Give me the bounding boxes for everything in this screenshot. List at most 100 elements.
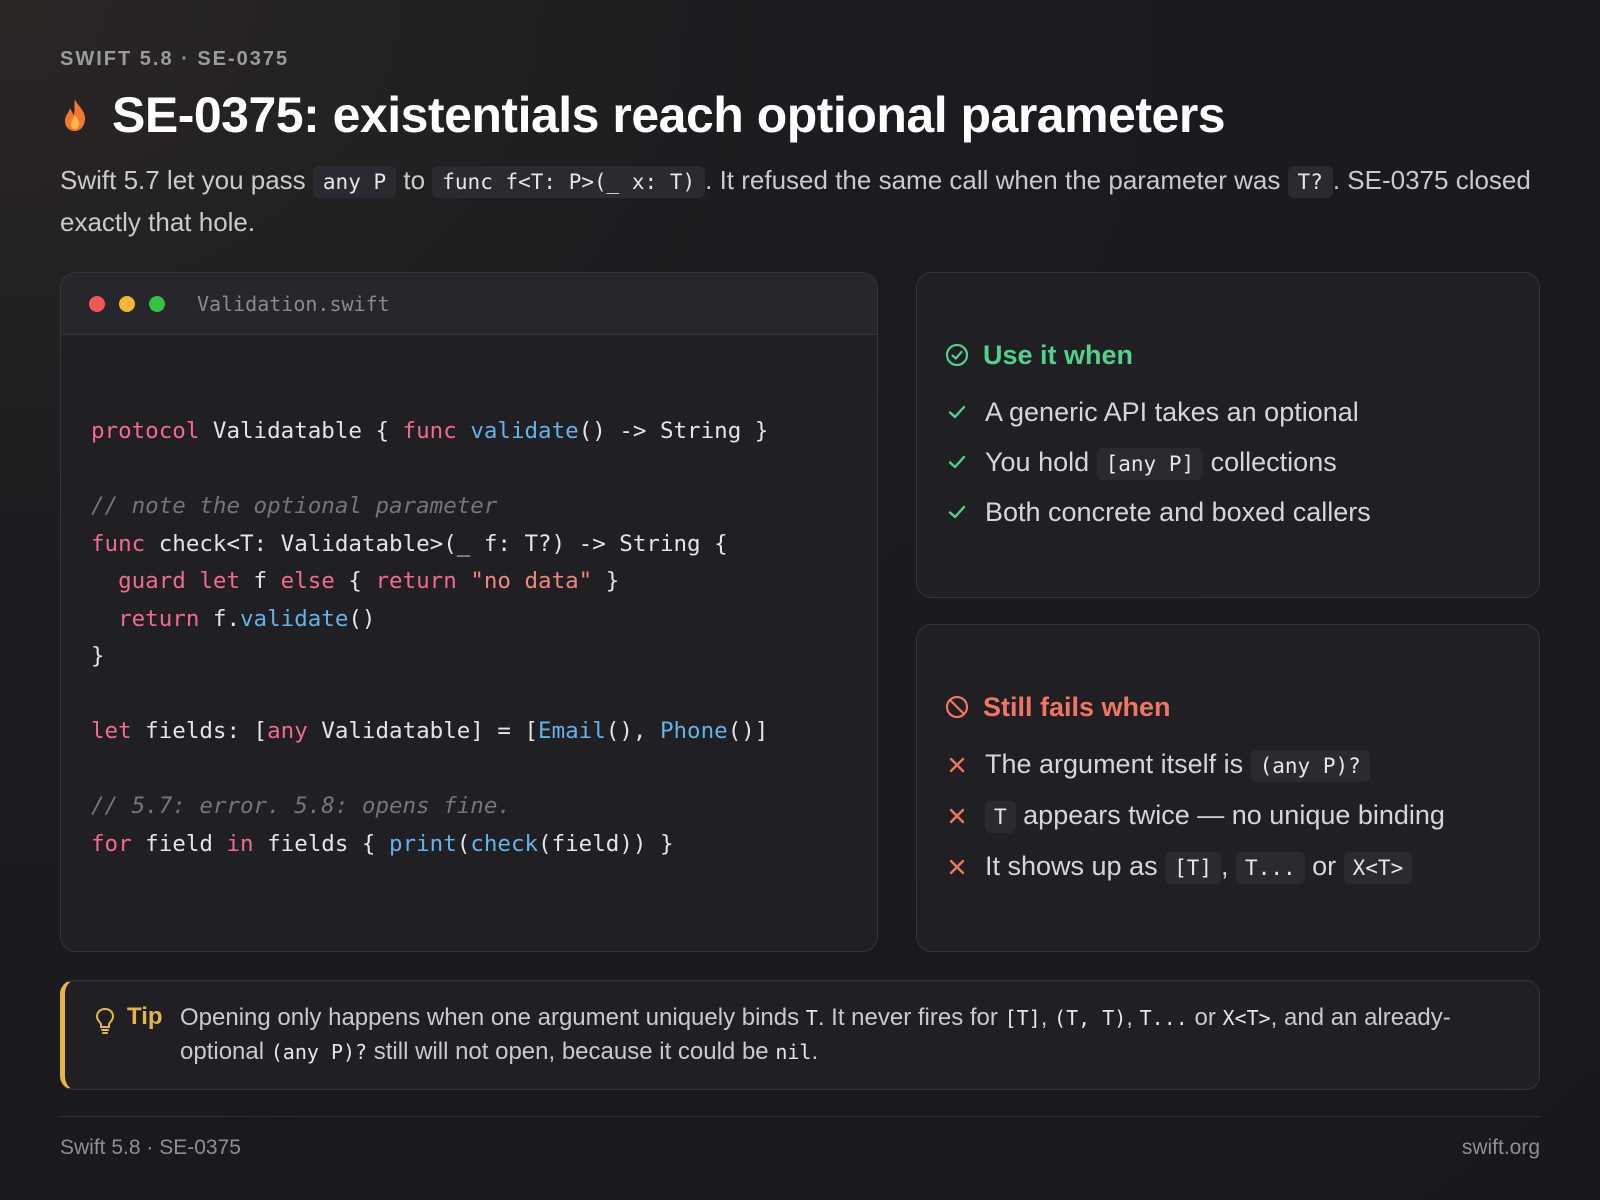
inline-code: T... — [1139, 1006, 1188, 1030]
code-token: Phone — [659, 718, 728, 744]
code-line: for field in fields { print(check(field)… — [91, 826, 877, 864]
code-token: func — [402, 418, 457, 444]
use-list: A generic API takes an optional You hold… — [945, 387, 1519, 537]
code-token: "no data" — [470, 568, 593, 594]
cross-icon — [945, 858, 969, 876]
code-token: () -> String } — [578, 418, 769, 444]
code-token: fields: [ — [131, 718, 268, 744]
code-window: Validation.swift protocol Validatable { … — [60, 272, 878, 952]
text-run: You hold — [985, 446, 1097, 477]
code-token: guard — [118, 568, 186, 594]
code-line: return f.validate() — [91, 601, 877, 639]
card-heading: Use it when — [945, 337, 1519, 373]
code-token: (field)) } — [538, 830, 674, 857]
tip-label: Tip — [127, 1003, 163, 1030]
card-heading-text: Use it when — [983, 339, 1134, 370]
text-run: , — [1126, 1004, 1140, 1031]
list-item-text: T appears twice — no unique binding — [985, 800, 1445, 833]
inline-code: (any P)? — [270, 1040, 368, 1064]
list-item-text: The argument itself is (any P)? — [985, 749, 1370, 782]
code-token: ( — [456, 830, 471, 857]
text-run: , — [1040, 1004, 1055, 1031]
checkmark-icon — [945, 402, 969, 422]
card-content: Use it when A generic API takes an optio… — [945, 337, 1519, 537]
prohibited-icon — [945, 695, 969, 719]
checkmark-icon — [945, 502, 969, 522]
footer-link[interactable]: swift.org — [1462, 1136, 1540, 1160]
flame-icon — [65, 99, 86, 131]
text-run: collections — [1203, 446, 1337, 477]
use-it-when-card: Use it when A generic API takes an optio… — [916, 272, 1540, 598]
code-token: in — [226, 830, 254, 857]
code-token: Email — [538, 718, 606, 744]
minimize-dot-icon — [119, 295, 135, 312]
list-item-text: A generic API takes an optional — [985, 396, 1359, 427]
code-token: let — [199, 568, 241, 594]
inline-code: [any P] — [1096, 447, 1204, 480]
list-item-text: It shows up as [T], T... or X<T> — [985, 851, 1413, 884]
text-run: or — [1304, 851, 1344, 881]
zoom-dot-icon — [149, 295, 165, 312]
code-body: protocol Validatable { func validate () -… — [61, 335, 877, 863]
list-item: A generic API takes an optional — [945, 387, 1519, 437]
lede-text: to — [396, 165, 433, 195]
text-run: or — [1187, 1004, 1223, 1031]
lede-paragraph: Swift 5.7 let you pass any P to func f<T… — [60, 160, 1540, 242]
inline-code: func f<T: P>(_ x: T) — [432, 166, 706, 198]
cross-icon — [945, 756, 969, 774]
inline-code: T — [985, 801, 1016, 833]
inline-code: [T] — [1165, 852, 1222, 884]
code-token: return — [375, 568, 457, 594]
text-run: It shows up as — [985, 851, 1166, 881]
list-item: Both concrete and boxed callers — [945, 487, 1519, 537]
text-run: . — [811, 1038, 819, 1065]
list-item: It shows up as [T], T... or X<T> — [945, 841, 1519, 892]
card-heading-text: Still fails when — [983, 691, 1171, 722]
still-fails-when-card: Still fails when The argument itself is … — [916, 624, 1540, 952]
code-token: fields { — [253, 830, 390, 857]
page-title: SE-0375: existentials reach optional par… — [112, 87, 1226, 143]
code-comment: // note the optional parameter — [91, 493, 498, 519]
inline-code: X<T> — [1343, 852, 1413, 884]
code-token: (), — [605, 718, 660, 744]
eyebrow: SWIFT 5.8 · SE-0375 — [60, 48, 290, 70]
list-item: You hold [any P] collections — [945, 437, 1519, 487]
code-line: guard let f else { return "no data" } — [91, 563, 877, 601]
code-token: Validatable { — [199, 418, 403, 444]
code-token: check<T: Validatable>(_ f: T?) -> String… — [145, 530, 728, 557]
inline-code: T... — [1236, 852, 1305, 884]
code-token: f. — [199, 605, 241, 632]
code-line: func check<T: Validatable>(_ f: T?) -> S… — [91, 526, 877, 564]
code-token: validate — [240, 605, 349, 632]
code-token: Validatable] = [ — [307, 718, 539, 744]
code-token: return — [118, 605, 200, 632]
code-token: protocol — [91, 418, 200, 444]
code-token: () — [348, 605, 376, 632]
code-titlebar: Validation.swift — [61, 273, 877, 335]
inline-code: X<T> — [1222, 1006, 1271, 1030]
text-run: still will not open, because it could be — [367, 1038, 776, 1065]
code-filename: Validation.swift — [197, 291, 390, 316]
card-content: Still fails when The argument itself is … — [945, 689, 1519, 892]
inline-code: T — [805, 1006, 818, 1030]
code-token: any — [267, 718, 308, 744]
list-item: The argument itself is (any P)? — [945, 739, 1519, 790]
lede-text: Swift 5.7 let you pass — [60, 165, 313, 195]
code-token: check — [470, 830, 539, 857]
code-token: f — [240, 568, 281, 594]
inline-code: (any P)? — [1250, 750, 1370, 782]
code-token: func — [91, 530, 146, 557]
fail-list: The argument itself is (any P)? T appear… — [945, 739, 1519, 892]
check-circle-icon — [945, 343, 969, 367]
code-token: ()] — [727, 718, 769, 744]
checkmark-icon — [945, 452, 969, 472]
text-run: The argument itself is — [985, 749, 1251, 779]
inline-code: (T, T) — [1054, 1006, 1127, 1030]
